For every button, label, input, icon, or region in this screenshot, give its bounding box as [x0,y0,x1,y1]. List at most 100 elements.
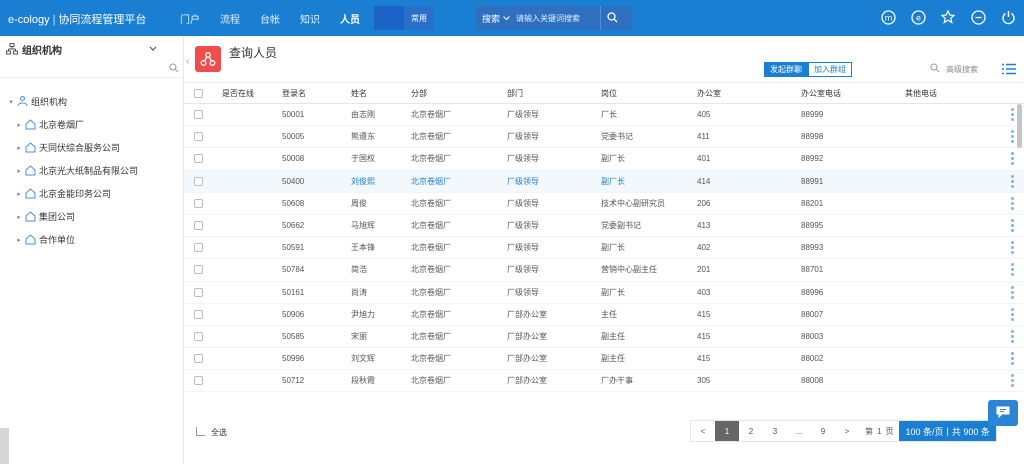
table-row[interactable]: 50400 刘俊熙 北京卷烟厂 厂级领导 副厂长 414 88991 [184,170,1024,193]
sidebar-toggle-handle[interactable] [0,428,9,464]
row-checkbox[interactable] [194,176,203,186]
power-icon[interactable] [1000,9,1016,25]
table-row[interactable]: 50906 尹旭力 北京卷烟厂 厂部办公室 主任 415 88007 [184,304,1024,326]
page-9[interactable]: 9 [811,421,835,441]
row-more-icon[interactable] [1005,196,1019,210]
table-row[interactable]: 50161 尚涛 北京卷烟厂 厂级领导 副厂长 403 88996 [184,282,1024,304]
ecology-icon[interactable]: e [910,9,926,25]
cell-name[interactable]: 段秋霞 [351,375,411,386]
tree-item-beijing-cigarette[interactable]: ▸ 北京卷烟厂 [0,113,183,136]
row-checkbox[interactable] [194,354,203,364]
row-checkbox[interactable] [194,132,203,142]
table-row[interactable]: 50008 于国权 北京卷烟厂 厂级领导 副厂长 401 88992 [184,148,1024,171]
nav-portal[interactable]: 门户 [180,11,200,26]
cell-name[interactable]: 周俊 [351,198,411,209]
search-type-select[interactable]: 搜索 [476,12,516,25]
list-menu-icon[interactable] [1002,63,1016,77]
select-all[interactable]: 全选 [196,427,227,438]
row-more-icon[interactable] [1005,329,1019,343]
col-name[interactable]: 姓名 [351,88,411,99]
cell-name[interactable]: 王本锋 [351,242,411,253]
table-scrollbar[interactable] [1017,104,1022,148]
col-online[interactable]: 是否在线 [222,88,282,99]
row-checkbox[interactable] [194,265,203,275]
tree-item-group-company[interactable]: ▸ 集团公司 [0,205,183,228]
nav-blank-tile[interactable] [374,6,404,30]
cell-name[interactable]: 简浩 [351,264,411,275]
row-more-icon[interactable] [1005,263,1019,277]
row-checkbox[interactable] [194,331,203,341]
caret-right-icon[interactable]: ▸ [14,190,24,198]
row-checkbox[interactable] [194,221,203,231]
table-row[interactable]: 50001 由志刚 北京卷烟厂 厂级领导 厂长 405 88999 [184,104,1024,127]
row-more-icon[interactable] [1005,219,1019,233]
brand[interactable]: e-cology | 协同流程管理平台 [8,11,146,27]
caret-right-icon[interactable]: ▸ [14,213,24,221]
advanced-search[interactable]: 高级搜索 [930,63,978,75]
row-more-icon[interactable] [1005,374,1019,388]
row-checkbox[interactable] [194,287,203,297]
row-checkbox[interactable] [194,376,203,386]
cell-name[interactable]: 熊遵东 [351,131,411,142]
table-row[interactable]: 50585 宋丽 北京卷烟厂 厂部办公室 副主任 415 88003 [184,326,1024,349]
start-group-chat-button[interactable]: 发起群聊 [764,62,808,77]
cell-name[interactable]: 尹旭力 [351,309,411,320]
search-input[interactable] [516,13,601,23]
col-office-phone[interactable]: 办公室电话 [801,88,905,99]
search-icon[interactable] [169,63,179,75]
row-more-icon[interactable] [1005,241,1019,255]
col-other-phone[interactable]: 其他电话 [905,88,1005,99]
tree-item-guangda-paper[interactable]: ▸ 北京光大纸制品有限公司 [0,159,183,182]
page-2[interactable]: 2 [739,421,763,441]
table-row[interactable]: 50712 段秋霞 北京卷烟厂 厂部办公室 厂办干事 305 88008 [184,370,1024,393]
minus-circle-icon[interactable] [970,9,986,25]
row-more-icon[interactable] [1005,285,1019,299]
collapse-sidebar-icon[interactable]: ‹ [186,56,189,67]
search-button[interactable] [600,6,624,30]
col-branch[interactable]: 分部 [411,88,507,99]
nav-common[interactable]: 常用 [404,6,434,30]
caret-right-icon[interactable]: ▸ [14,121,24,129]
nav-ledger[interactable]: 台帐 [260,11,280,26]
row-checkbox[interactable] [194,154,203,164]
cell-name[interactable]: 于国权 [351,153,411,164]
cell-name[interactable]: 刘俊熙 [351,176,411,187]
cell-name[interactable]: 宋丽 [351,331,411,342]
star-icon[interactable] [940,9,956,25]
col-dept[interactable]: 部门 [507,88,601,99]
page-3[interactable]: 3 [763,421,787,441]
cell-name[interactable]: 马旭辉 [351,220,411,231]
goto-input[interactable]: 1 [877,427,881,436]
caret-down-icon[interactable]: ▾ [6,98,16,106]
table-row[interactable]: 50591 王本锋 北京卷烟厂 厂级领导 副厂长 402 88993 [184,237,1024,260]
caret-right-icon[interactable]: ▸ [14,144,24,152]
caret-right-icon[interactable]: ▸ [14,236,24,244]
tree-item-jinneng-print[interactable]: ▸ 北京金能印务公司 [0,182,183,205]
page-size-select[interactable]: 100 条/页 | 共 900 条 [899,421,996,441]
chevron-down-icon[interactable] [149,44,157,55]
sidebar-search[interactable] [0,62,183,78]
nav-people[interactable]: 人员 [340,11,360,26]
nav-knowledge[interactable]: 知识 [300,11,320,26]
table-row[interactable]: 50996 刘文辉 北京卷烟厂 厂部办公室 副主任 415 88002 [184,348,1024,371]
col-position[interactable]: 岗位 [601,88,697,99]
row-more-icon[interactable] [1005,307,1019,321]
tree-item-tiantong[interactable]: ▸ 天同伏综合服务公司 [0,136,183,159]
col-office[interactable]: 办公室 [697,88,801,99]
mobile-app-icon[interactable]: m [880,9,896,25]
row-checkbox[interactable] [194,198,203,208]
join-group-button[interactable]: 加入群组 [808,62,852,77]
tree-item-partners[interactable]: ▸ 合作单位 [0,228,183,251]
row-more-icon[interactable] [1005,152,1019,166]
cell-name[interactable]: 由志刚 [351,109,411,120]
table-row[interactable]: 50662 马旭辉 北京卷烟厂 厂级领导 党委副书记 413 88995 [184,215,1024,238]
next-page-button[interactable]: > [835,421,859,441]
table-row[interactable]: 50005 熊遵东 北京卷烟厂 厂级领导 党委书记 411 88998 [184,126,1024,149]
table-row[interactable]: 50784 简浩 北京卷烟厂 厂级领导 营销中心副主任 201 88701 [184,259,1024,282]
col-login[interactable]: 登录名 [282,88,351,99]
cell-name[interactable]: 尚涛 [351,287,411,298]
prev-page-button[interactable]: < [691,421,715,441]
row-checkbox[interactable] [194,309,203,319]
tree-root[interactable]: ▾ 组织机构 [0,90,183,113]
select-all-checkbox[interactable] [194,88,203,98]
